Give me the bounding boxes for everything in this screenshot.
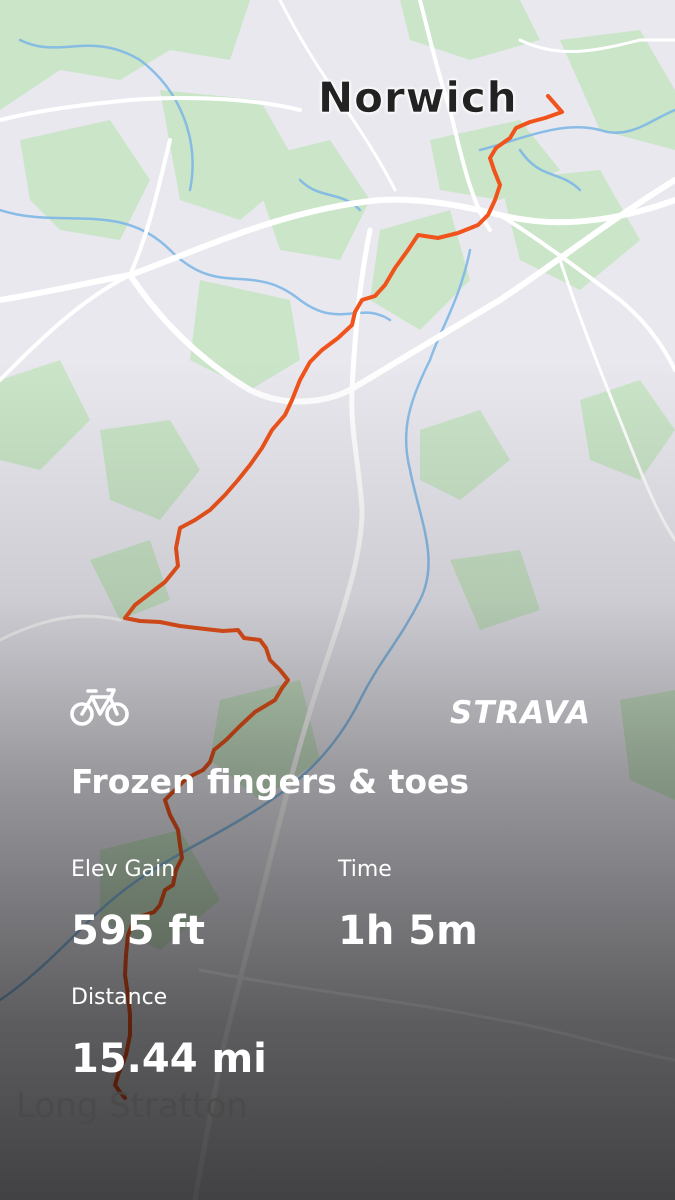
- place-label-long-stratton: Long Stratton: [16, 1086, 248, 1126]
- route-map: [0, 0, 675, 1200]
- place-label-norwich: Norwich: [318, 73, 518, 123]
- map-dark-fade: [0, 0, 675, 1200]
